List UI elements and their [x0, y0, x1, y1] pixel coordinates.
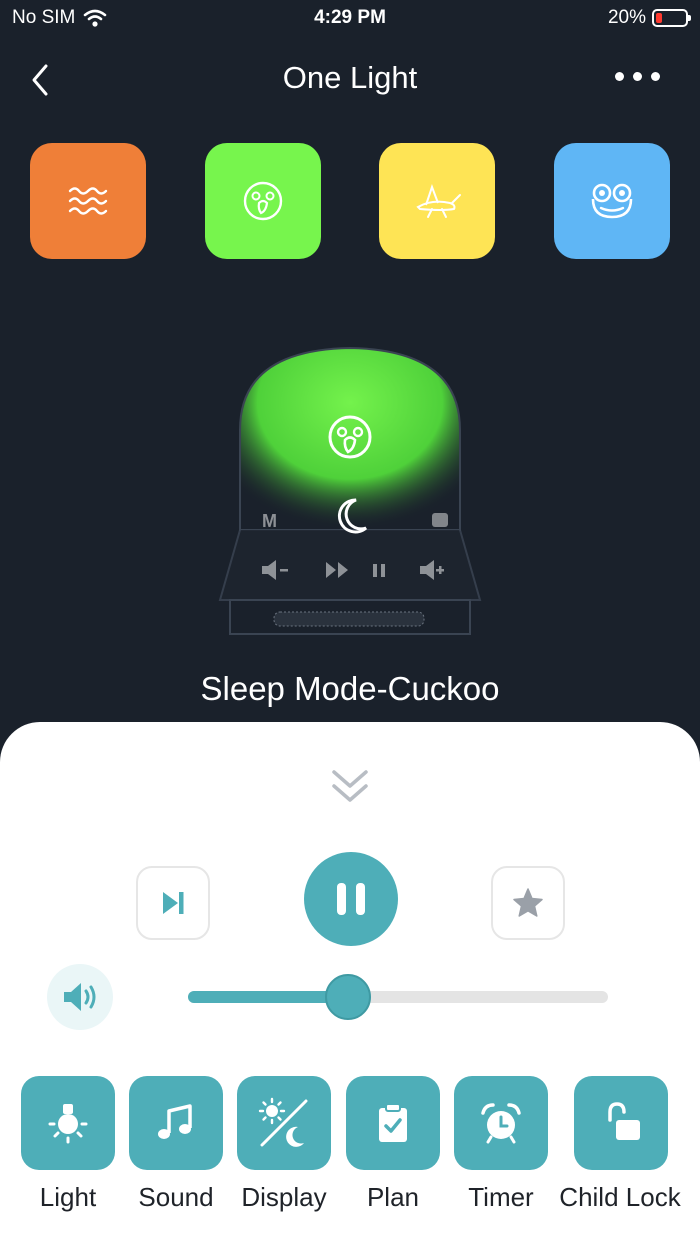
child-lock-button[interactable]: [574, 1076, 668, 1170]
status-bar: No SIM 4:29 PM 20%: [0, 0, 700, 38]
mode-tile-frog[interactable]: [554, 143, 670, 259]
waves-icon: [68, 187, 108, 215]
status-time: 4:29 PM: [314, 7, 386, 28]
alarm-clock-icon: [481, 1103, 521, 1144]
sun-moon-icon: [258, 1097, 308, 1147]
volume-slider-thumb[interactable]: [324, 974, 371, 1020]
battery-group: 20%: [607, 7, 691, 29]
plan-button[interactable]: [346, 1076, 440, 1170]
sound-button[interactable]: [129, 1076, 223, 1170]
parrot-icon: [243, 181, 283, 221]
device-illustration: M: [200, 320, 500, 650]
cricket-icon: [416, 184, 461, 218]
battery-fill: [656, 13, 662, 23]
light-button[interactable]: [21, 1076, 115, 1170]
display-button[interactable]: [237, 1076, 331, 1170]
mode-tile-parrot[interactable]: [205, 143, 321, 259]
skip-next-icon: [163, 892, 184, 914]
child-lock-label: Child Lock: [559, 1182, 681, 1212]
volume-slider[interactable]: [188, 974, 608, 1020]
pause-button[interactable]: [304, 852, 398, 946]
mode-tile-waves[interactable]: [30, 143, 146, 259]
star-icon: [513, 888, 543, 917]
device-mode-letter: M: [262, 511, 277, 531]
timer-button[interactable]: [454, 1076, 548, 1170]
chevron-double-down-icon[interactable]: [330, 766, 370, 808]
lamp-icon: [48, 1104, 88, 1144]
now-playing-title: Sleep Mode-Cuckoo: [200, 670, 500, 707]
frog-icon: [591, 183, 633, 219]
music-note-icon: [158, 1104, 192, 1139]
skip-next-button[interactable]: [136, 866, 210, 940]
battery-icon: [652, 9, 691, 27]
speaker-icon: [64, 983, 96, 1011]
control-sheet: Light Sound Display Plan Timer Child Loc…: [0, 722, 700, 1244]
unlock-icon: [608, 1102, 640, 1140]
favorite-button[interactable]: [491, 866, 565, 940]
battery-percent: 20%: [607, 7, 646, 28]
volume-button[interactable]: [47, 964, 113, 1030]
clipboard-check-icon: [379, 1103, 407, 1142]
page-title: One Light: [282, 60, 418, 95]
more-options-icon[interactable]: [615, 72, 660, 81]
volume-slider-fill: [188, 991, 348, 1003]
mode-tile-cricket[interactable]: [379, 143, 495, 259]
pause-icon: [337, 883, 365, 915]
nav-bar: One Light: [0, 50, 700, 110]
